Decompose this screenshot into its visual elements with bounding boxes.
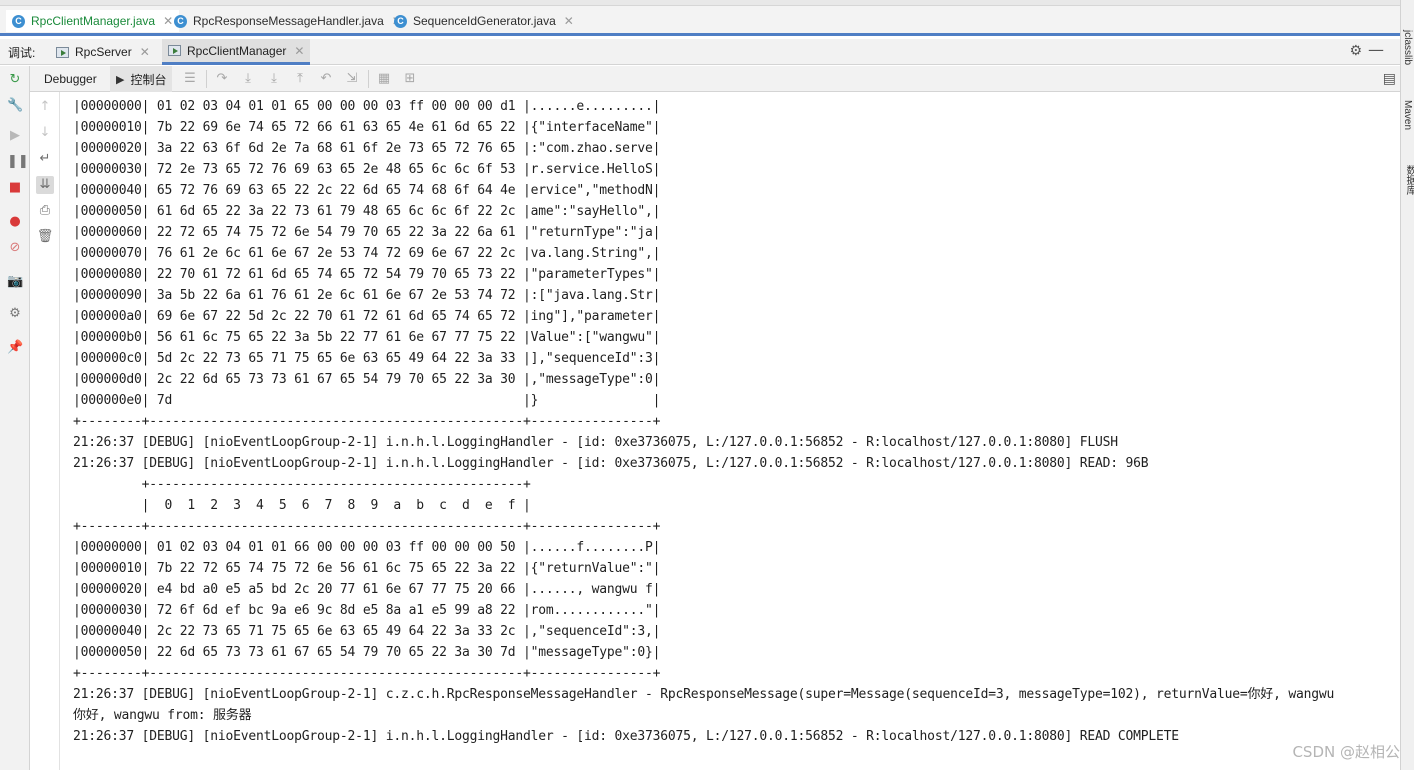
editor-tab-rpcclientmanager[interactable]: C RpcClientManager.java ✕: [6, 10, 180, 32]
rerun-icon[interactable]: ↻: [7, 72, 23, 88]
camera-icon[interactable]: 📷: [7, 274, 23, 290]
console-line: 你好, wangwu from: 服务器: [73, 708, 252, 723]
debugger-toolbar: Debugger ▶ 控制台 ☰ ↷ ⤓ ⤓ ⤒ ↶ ⇲ ▦ ⊞ ▤: [30, 66, 1400, 92]
console-output[interactable]: |00000000| 01 02 03 04 01 01 65 00 00 00…: [60, 92, 1400, 770]
trash-icon[interactable]: 🗑: [36, 228, 54, 246]
console-line: |000000c0| 5d 2c 22 73 65 71 75 65 6e 63…: [73, 351, 661, 366]
tab-console[interactable]: ▶ 控制台: [110, 66, 173, 92]
console-line: +--------+------------------------------…: [73, 519, 661, 534]
minimize-icon[interactable]: —: [1368, 40, 1384, 59]
console-line: 21:26:37 [DEBUG] [nioEventLoopGroup-2-1]…: [73, 687, 1335, 702]
toolbar-separator: [368, 70, 369, 88]
jclasslib-tool[interactable]: jclasslib: [1402, 30, 1413, 65]
java-class-icon: C: [394, 14, 407, 28]
window-top-strip: [0, 0, 1400, 6]
pin-icon[interactable]: 📌: [7, 340, 23, 356]
editor-tab-rpcresponsemessagehandler[interactable]: C RpcResponseMessageHandler.java ✕: [174, 10, 402, 32]
close-icon[interactable]: ✕: [294, 44, 304, 58]
console-line: |00000030| 72 2e 73 65 72 76 69 63 65 2e…: [73, 162, 661, 177]
debug-tab-rpcserver[interactable]: RpcServer ✕: [50, 39, 156, 65]
console-line: |00000010| 7b 22 69 6e 74 65 72 66 61 63…: [73, 120, 661, 135]
console-line: +--------+------------------------------…: [73, 414, 661, 429]
console-tab-icon: ▶: [116, 73, 125, 86]
editor-tab-label: SequenceIdGenerator.java: [413, 14, 556, 28]
editor-tab-label: RpcClientManager.java: [31, 14, 156, 28]
trace-icon[interactable]: ⊞: [402, 71, 418, 87]
debug-tab-rpcclientmanager[interactable]: RpcClientManager ✕: [162, 39, 311, 65]
mute-breakpoints-icon[interactable]: ⊘: [7, 240, 23, 256]
view-breakpoints-icon[interactable]: ●: [7, 214, 23, 230]
editor-tab-label: RpcResponseMessageHandler.java: [193, 14, 384, 28]
java-class-icon: C: [174, 14, 187, 28]
pause-icon[interactable]: ❚❚: [7, 154, 29, 170]
console-line: |00000020| 3a 22 63 6f 6d 2e 7a 68 61 6f…: [73, 141, 661, 156]
soft-wrap-icon[interactable]: ↵: [36, 150, 54, 168]
arrow-down-icon[interactable]: ↓: [36, 124, 54, 142]
force-step-into-icon[interactable]: ⤓: [266, 71, 282, 87]
console-line: +--------+------------------------------…: [73, 666, 661, 681]
run-to-cursor-icon[interactable]: ⇲: [344, 71, 360, 87]
debug-tab-label: RpcServer: [75, 45, 132, 59]
console-line: |00000080| 22 70 61 72 61 6d 65 74 65 72…: [73, 267, 661, 282]
console-side-toolbar: ↑ ↓ ↵ ⇊ ⎙ 🗑: [30, 92, 60, 770]
debug-tab-label: RpcClientManager: [187, 43, 287, 58]
print-icon[interactable]: ⎙: [36, 202, 54, 220]
editor-tab-bar: C RpcClientManager.java ✕ C RpcResponseM…: [0, 0, 1400, 36]
console-line: +---------------------------------------…: [73, 477, 531, 492]
console-line: |00000000| 01 02 03 04 01 01 66 00 00 00…: [73, 540, 661, 555]
debug-session-bar: 调试: RpcServer ✕ RpcClientManager ✕ ⚙ —: [0, 39, 1400, 65]
step-into-icon[interactable]: ⤓: [240, 71, 256, 87]
console-line: 21:26:37 [DEBUG] [nioEventLoopGroup-2-1]…: [73, 456, 1149, 471]
run-config-icon: [56, 46, 69, 58]
maven-tool[interactable]: Maven: [1402, 100, 1413, 130]
close-icon[interactable]: ✕: [163, 14, 173, 28]
step-out-icon[interactable]: ⤒: [292, 71, 308, 87]
drop-frame-icon[interactable]: ↶: [318, 71, 334, 87]
console-line: 21:26:37 [DEBUG] [nioEventLoopGroup-2-1]…: [73, 435, 1118, 450]
console-line: |000000a0| 69 6e 67 22 5d 2c 22 70 61 72…: [73, 309, 661, 324]
java-class-icon: C: [12, 14, 25, 28]
modify-config-wrench-icon[interactable]: 🔧: [7, 98, 23, 114]
right-tool-stripe: jclasslib Maven 数据库: [1400, 0, 1414, 770]
console-line: |000000e0| 7d |} |: [73, 393, 661, 408]
console-line: |00000040| 2c 22 73 65 71 75 65 6e 63 65…: [73, 624, 661, 639]
console-line: |00000010| 7b 22 72 65 74 75 72 6e 56 61…: [73, 561, 661, 576]
scroll-to-end-icon[interactable]: ⇊: [36, 176, 54, 194]
close-icon[interactable]: ✕: [140, 45, 150, 59]
menu-lines-icon[interactable]: ☰: [182, 71, 198, 87]
editor-tab-sequenceidgenerator[interactable]: C SequenceIdGenerator.java ✕: [394, 10, 574, 32]
watermark: CSDN @赵相公: [1292, 743, 1400, 761]
debug-label: 调试:: [8, 46, 36, 60]
arrow-up-icon[interactable]: ↑: [36, 98, 54, 116]
database-tool[interactable]: 数据库: [1402, 165, 1414, 195]
console-line: |000000b0| 56 61 6c 75 65 22 3a 5b 22 77…: [73, 330, 661, 345]
console-line: |00000070| 76 61 2e 6c 61 6e 67 2e 53 74…: [73, 246, 661, 261]
console-line: |00000060| 22 72 65 74 75 72 6e 54 79 70…: [73, 225, 661, 240]
layout-settings-icon[interactable]: ▤: [1383, 71, 1396, 87]
console-line: 21:26:37 [DEBUG] [nioEventLoopGroup-2-1]…: [73, 729, 1179, 744]
run-config-icon: [168, 45, 181, 56]
close-icon[interactable]: ✕: [564, 14, 574, 28]
toolbar-separator: [206, 70, 207, 88]
settings-gear-icon[interactable]: ⚙: [1349, 43, 1362, 59]
step-over-icon[interactable]: ↷: [214, 71, 230, 87]
tab-console-label: 控制台: [130, 72, 167, 87]
debug-actions-toolbar: ↻ 🔧 ▶ ❚❚ ■ ● ⊘ 📷 ⚙ 📌: [0, 66, 30, 770]
console-line: |00000050| 61 6d 65 22 3a 22 73 61 79 48…: [73, 204, 661, 219]
tab-debugger[interactable]: Debugger: [38, 66, 103, 92]
console-line: | 0 1 2 3 4 5 6 7 8 9 a b c d e f |: [73, 498, 531, 513]
resume-icon[interactable]: ▶: [7, 128, 23, 144]
stop-icon[interactable]: ■: [7, 180, 23, 196]
settings-icon[interactable]: ⚙: [7, 306, 23, 322]
console-line: |000000d0| 2c 22 6d 65 73 73 61 67 65 54…: [73, 372, 661, 387]
evaluate-table-icon[interactable]: ▦: [376, 71, 392, 87]
console-line: |00000000| 01 02 03 04 01 01 65 00 00 00…: [73, 99, 661, 114]
console-line: |00000090| 3a 5b 22 6a 61 76 61 2e 6c 61…: [73, 288, 661, 303]
tab-debugger-label: Debugger: [44, 72, 97, 86]
console-line: |00000030| 72 6f 6d ef bc 9a e6 9c 8d e5…: [73, 603, 661, 618]
console-line: |00000020| e4 bd a0 e5 a5 bd 2c 20 77 61…: [73, 582, 661, 597]
console-line: |00000040| 65 72 76 69 63 65 22 2c 22 6d…: [73, 183, 661, 198]
console-line: |00000050| 22 6d 65 73 73 61 67 65 54 79…: [73, 645, 661, 660]
